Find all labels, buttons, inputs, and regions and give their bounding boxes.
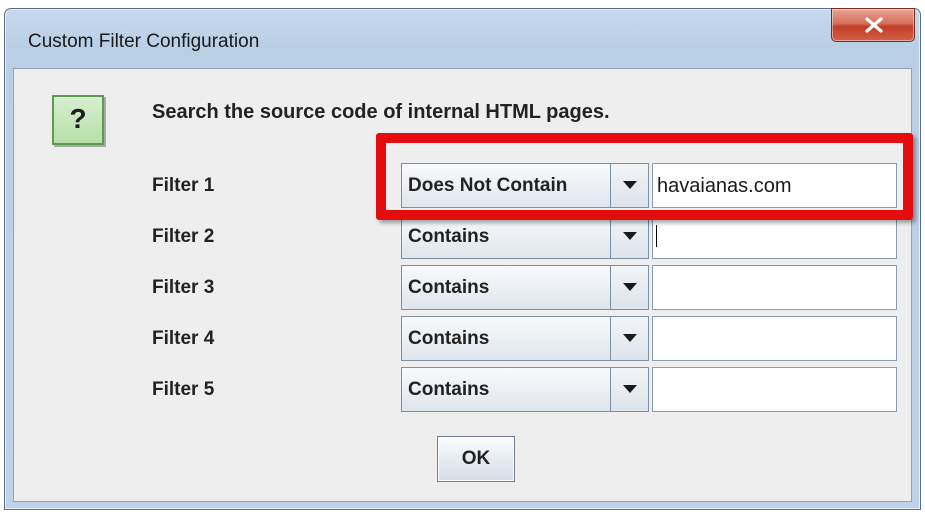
filter-label-2: Filter 2 — [152, 226, 215, 247]
dropdown-arrow-button-1[interactable] — [610, 164, 648, 207]
window-title: Custom Filter Configuration — [28, 31, 260, 52]
filter-operator-value-5: Contains — [408, 379, 490, 400]
chevron-down-icon — [623, 283, 637, 291]
filter-operator-value-4: Contains — [408, 328, 490, 349]
filter-operator-dropdown-2[interactable]: Contains — [401, 214, 649, 259]
ok-button[interactable]: OK — [437, 436, 515, 482]
dialog-window: Custom Filter Configuration ? Search the… — [4, 8, 921, 510]
dialog-content: ? Search the source code of internal HTM… — [13, 68, 912, 502]
filter-value-text-1: havaianas.com — [657, 175, 792, 197]
chevron-down-icon — [623, 181, 637, 189]
filter-operator-value-1: Does Not Contain — [408, 175, 568, 196]
filter-value-input-2[interactable] — [652, 214, 897, 259]
filter-operator-dropdown-1[interactable]: Does Not Contain — [401, 163, 649, 208]
filter-operator-dropdown-3[interactable]: Contains — [401, 265, 649, 310]
chevron-down-icon — [623, 385, 637, 393]
filter-operator-value-2: Contains — [408, 226, 490, 247]
filter-operator-dropdown-5[interactable]: Contains — [401, 367, 649, 412]
filter-operator-value-3: Contains — [408, 277, 490, 298]
filter-value-input-4[interactable] — [652, 316, 897, 361]
filter-value-input-3[interactable] — [652, 265, 897, 310]
filter-label-5: Filter 5 — [152, 379, 215, 400]
dropdown-arrow-button-4[interactable] — [610, 317, 648, 360]
dialog-message: Search the source code of internal HTML … — [152, 101, 610, 123]
filter-value-input-5[interactable] — [652, 367, 897, 412]
filter-label-3: Filter 3 — [152, 277, 215, 298]
dropdown-arrow-button-2[interactable] — [610, 215, 648, 258]
chevron-down-icon — [623, 232, 637, 240]
question-icon: ? — [52, 95, 104, 145]
title-bar[interactable]: Custom Filter Configuration — [5, 8, 920, 67]
close-button[interactable] — [831, 8, 915, 42]
dropdown-arrow-button-3[interactable] — [610, 266, 648, 309]
filter-value-input-1[interactable]: havaianas.com — [652, 163, 897, 208]
close-icon — [865, 17, 883, 33]
filter-label-4: Filter 4 — [152, 328, 215, 349]
dropdown-arrow-button-5[interactable] — [610, 368, 648, 411]
chevron-down-icon — [623, 334, 637, 342]
filter-operator-dropdown-4[interactable]: Contains — [401, 316, 649, 361]
filter-label-1: Filter 1 — [152, 175, 215, 196]
text-caret — [656, 225, 657, 247]
